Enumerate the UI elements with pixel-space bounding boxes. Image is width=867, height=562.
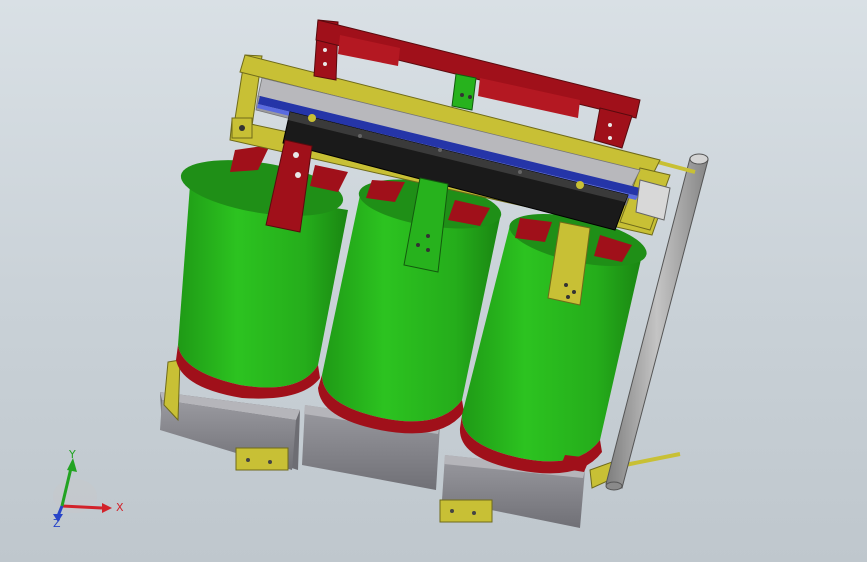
x-axis-label: X xyxy=(116,501,124,514)
x-axis-arrow xyxy=(61,504,103,510)
coordinate-triad: X Y Z xyxy=(53,448,124,528)
y-axis-label: Y xyxy=(68,448,76,461)
x-axis-arrowhead xyxy=(102,503,112,513)
z-axis-label: Z xyxy=(53,517,61,528)
cad-viewport[interactable]: X Y Z xyxy=(0,0,867,562)
coil-phase-a xyxy=(176,145,348,399)
base-block-left xyxy=(160,392,300,471)
transformer-model[interactable] xyxy=(0,0,867,562)
green-bracket xyxy=(451,73,477,111)
